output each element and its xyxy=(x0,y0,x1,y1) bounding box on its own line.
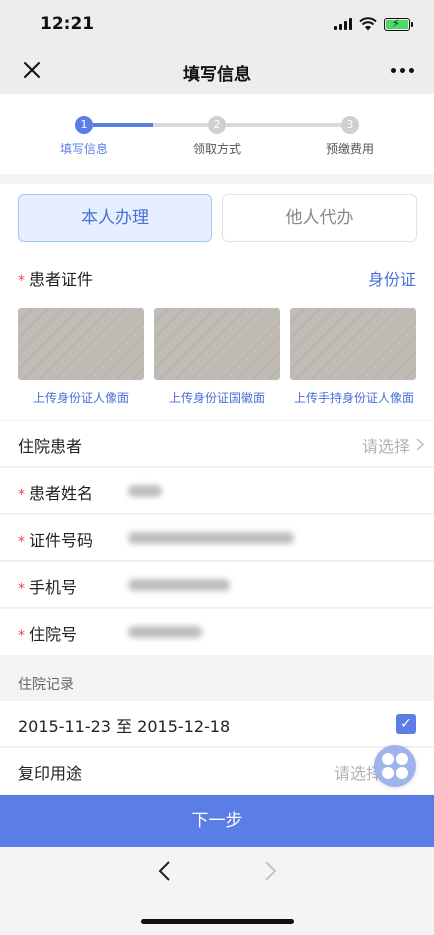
patient-name-label-text: 患者姓名 xyxy=(29,484,94,503)
step-2-dot: 2 xyxy=(208,116,226,134)
id-type-selector[interactable]: 身份证 xyxy=(368,266,416,290)
more-horizontal-icon[interactable] xyxy=(391,68,414,73)
step-3-dot: 3 xyxy=(341,116,359,134)
inpatient-selector[interactable]: 住院患者 请选择 xyxy=(0,421,434,467)
chevron-right-icon[interactable] xyxy=(262,860,278,882)
phone-row[interactable]: * 手机号 xyxy=(0,562,434,608)
step-1-label: 填写信息 xyxy=(59,142,108,156)
patient-name-row[interactable]: * 患者姓名 xyxy=(0,468,434,514)
status-icons: ⚡ xyxy=(334,17,413,31)
id-number-label: * 证件号码 xyxy=(18,527,93,551)
records-header: 住院记录 xyxy=(0,661,434,701)
id-front-upload[interactable] xyxy=(18,308,144,380)
signal-bars-icon xyxy=(334,18,352,30)
phone-label-text: 手机号 xyxy=(29,578,78,597)
chevron-right-icon xyxy=(416,438,424,451)
record-item[interactable]: 2015-11-23 至 2015-12-18 ✓ xyxy=(0,701,434,747)
battery-charging-icon: ⚡ xyxy=(384,17,413,31)
status-bar: 12:21 ⚡ xyxy=(0,0,434,48)
id-front-upload-label[interactable]: 上传身份证人像面 xyxy=(13,389,149,406)
id-number-label-text: 证件号码 xyxy=(29,531,94,550)
required-mark: * xyxy=(18,487,25,503)
required-mark: * xyxy=(18,273,25,289)
records-header-label: 住院记录 xyxy=(18,677,74,693)
inpatient-label: 住院患者 xyxy=(18,437,83,456)
chevron-left-icon[interactable] xyxy=(157,860,173,882)
wifi-icon xyxy=(359,17,377,31)
patient-name-label: * 患者姓名 xyxy=(18,480,93,504)
id-section: 本人办理 他人代办 * 患者证件 身份证 上传身份证人像面 上传身份证国徽面 上传… xyxy=(0,184,434,420)
phone-value-redacted xyxy=(128,579,230,591)
phone-label: * 手机号 xyxy=(18,574,77,598)
step-1-dot: 1 xyxy=(75,116,93,134)
copy-purpose-label: 复印用途 xyxy=(18,764,83,783)
proxy-apply-button[interactable]: 他人代办 xyxy=(222,194,417,242)
admission-number-value-redacted xyxy=(128,626,202,638)
id-back-upload-label[interactable]: 上传身份证国徽面 xyxy=(149,389,285,406)
page-title: 填写信息 xyxy=(183,65,251,85)
admission-number-row[interactable]: * 住院号 xyxy=(0,609,434,655)
id-number-value-redacted xyxy=(128,532,294,544)
copy-purpose-row[interactable]: 复印用途 请选择 xyxy=(0,748,434,794)
admission-number-label-text: 住院号 xyxy=(29,625,78,644)
record-date-range: 2015-11-23 至 2015-12-18 xyxy=(18,717,231,736)
progress-stepper: 1 2 3 填写信息 领取方式 预缴费用 xyxy=(0,94,434,174)
step-2-label: 领取方式 xyxy=(192,142,241,156)
home-indicator xyxy=(141,919,294,924)
id-handheld-upload-label[interactable]: 上传手持身份证人像面 xyxy=(286,389,422,406)
self-apply-button[interactable]: 本人办理 xyxy=(18,194,212,242)
id-handheld-upload[interactable] xyxy=(290,308,416,380)
required-mark: * xyxy=(18,534,25,550)
patient-id-label-text: 患者证件 xyxy=(29,270,94,289)
required-mark: * xyxy=(18,581,25,597)
patient-id-label: * 患者证件 xyxy=(18,266,93,290)
step-line xyxy=(226,123,350,127)
browser-bottom-bar xyxy=(0,847,434,935)
record-checkbox[interactable]: ✓ xyxy=(396,714,416,734)
admission-number-label: * 住院号 xyxy=(18,621,77,645)
inpatient-placeholder: 请选择 xyxy=(361,437,410,456)
status-time: 12:21 xyxy=(40,14,95,34)
next-step-button[interactable]: 下一步 xyxy=(0,795,434,847)
id-back-upload[interactable] xyxy=(154,308,280,380)
step-3-label: 预缴费用 xyxy=(325,142,374,156)
patient-name-value-redacted xyxy=(128,485,162,497)
required-mark: * xyxy=(18,628,25,644)
id-number-row[interactable]: * 证件号码 xyxy=(0,515,434,561)
step-progress-line xyxy=(93,123,153,127)
navigation-bar: 填写信息 xyxy=(0,48,434,94)
checkmark-icon: ✓ xyxy=(400,716,412,732)
clover-menu-icon[interactable] xyxy=(374,745,416,787)
